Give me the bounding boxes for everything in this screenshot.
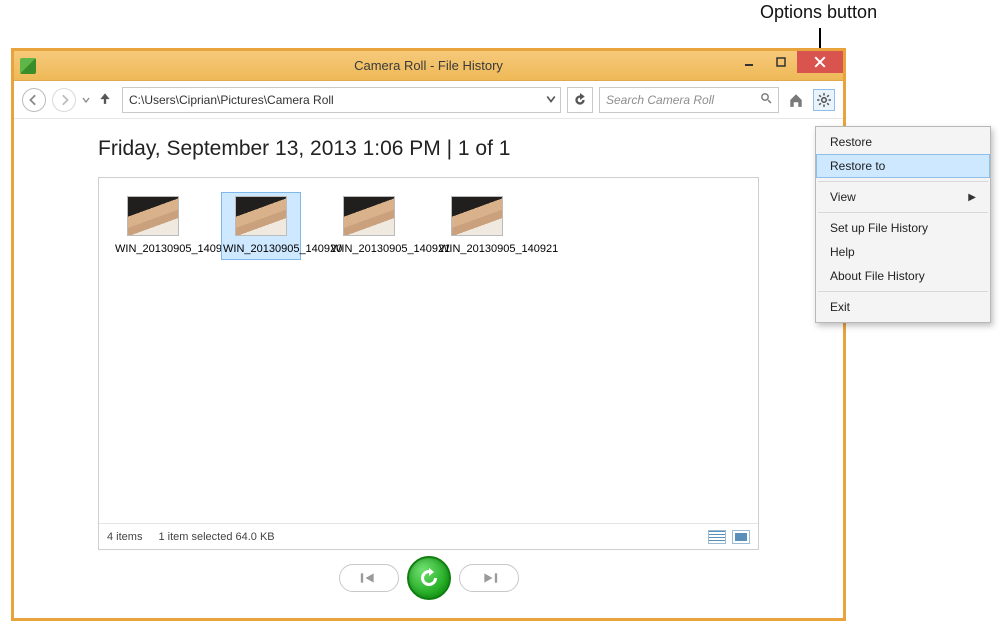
item-count: 4 items [107,531,142,543]
file-item[interactable]: WIN_20130905_140904 [113,192,193,260]
navigation-toolbar: C:\Users\Ciprian\Pictures\Camera Roll Se… [14,81,843,119]
thumbnail-icon [235,196,287,236]
menu-restore[interactable]: Restore [816,130,990,154]
thumbnails-view-button[interactable] [732,530,750,544]
menu-separator [818,212,988,213]
file-item[interactable]: WIN_20130905_140921 [329,192,409,260]
app-icon [20,58,36,74]
menu-setup-file-history[interactable]: Set up File History [816,216,990,240]
menu-about-file-history[interactable]: About File History [816,264,990,288]
previous-version-button[interactable] [339,564,399,592]
menu-separator [818,291,988,292]
refresh-button[interactable] [567,87,593,113]
version-navigation [98,550,759,606]
version-heading: Friday, September 13, 2013 1:06 PM | 1 o… [98,137,759,161]
maximize-button[interactable] [765,51,797,73]
menu-help[interactable]: Help [816,240,990,264]
forward-button[interactable] [52,88,76,112]
details-view-button[interactable] [708,530,726,544]
recent-locations-dropdown[interactable] [82,93,92,107]
view-mode-switcher [708,530,750,544]
callout-label: Options button [760,2,877,23]
menu-exit[interactable]: Exit [816,295,990,319]
back-button[interactable] [22,88,46,112]
file-name: WIN_20130905_140921 [331,242,407,256]
thumbnail-icon [451,196,503,236]
window-title: Camera Roll - File History [14,58,843,73]
menu-view[interactable]: View ▶ [816,185,990,209]
file-history-window: Camera Roll - File History C:\Users [11,48,846,621]
titlebar: Camera Roll - File History [14,51,843,81]
menu-separator [818,181,988,182]
next-version-button[interactable] [459,564,519,592]
search-placeholder: Search Camera Roll [606,93,714,107]
chevron-right-icon: ▶ [968,192,976,203]
status-bar: 4 items 1 item selected 64.0 KB [99,523,758,549]
file-panel: WIN_20130905_140904 WIN_20130905_140920 … [98,177,759,550]
options-dropdown-menu: Restore Restore to View ▶ Set up File Hi… [815,126,991,323]
search-input[interactable]: Search Camera Roll [599,87,779,113]
window-controls [733,51,843,73]
file-item[interactable]: WIN_20130905_140920 [221,192,301,260]
address-dropdown-icon[interactable] [546,93,556,107]
thumbnail-icon [343,196,395,236]
minimize-button[interactable] [733,51,765,73]
selection-info: 1 item selected 64.0 KB [158,531,274,543]
restore-button[interactable] [407,556,451,600]
menu-restore-to[interactable]: Restore to [816,154,990,178]
home-button[interactable] [785,89,807,111]
thumbnail-icon [127,196,179,236]
address-text: C:\Users\Ciprian\Pictures\Camera Roll [129,93,334,107]
address-bar[interactable]: C:\Users\Ciprian\Pictures\Camera Roll [122,87,561,113]
file-name: WIN_20130905_140920 [223,242,299,256]
file-name: WIN_20130905_140921 [439,242,515,256]
close-button[interactable] [797,51,843,73]
thumbnail-grid: WIN_20130905_140904 WIN_20130905_140920 … [99,178,758,260]
file-item[interactable]: WIN_20130905_140921 [437,192,517,260]
up-button[interactable] [98,91,116,108]
content-area: Friday, September 13, 2013 1:06 PM | 1 o… [14,119,843,618]
file-name: WIN_20130905_140904 [115,242,191,256]
search-icon [760,92,772,107]
options-button[interactable] [813,89,835,111]
